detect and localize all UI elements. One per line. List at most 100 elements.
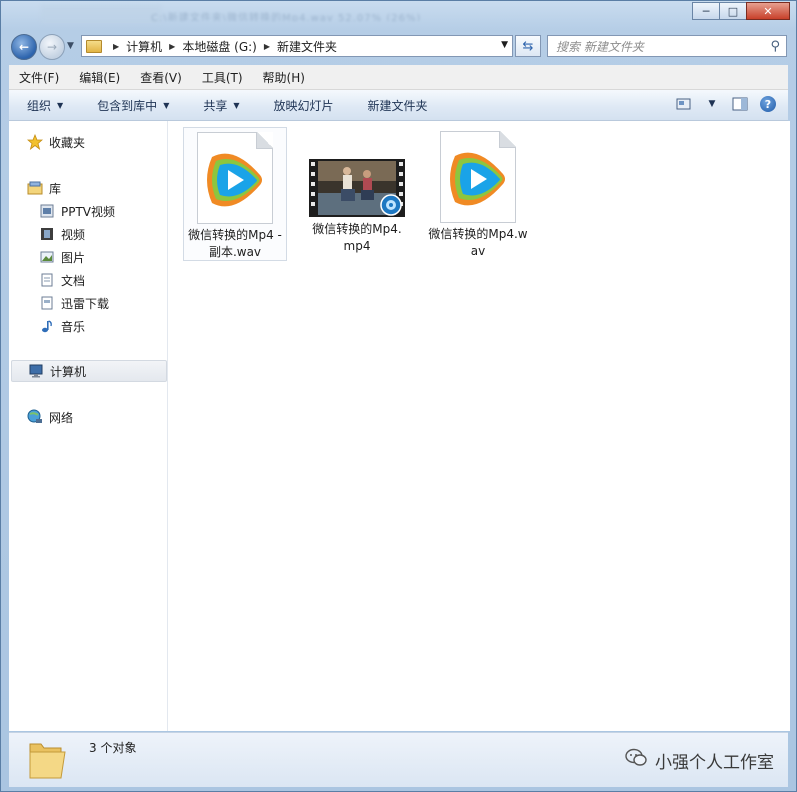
navigation-pane: 收藏夹 库 PPTV视频 视频 图片 文档 迅雷下载 音乐 计算机 网络	[9, 121, 168, 731]
nav-libraries[interactable]: 库	[27, 177, 183, 199]
preview-pane-icon	[732, 97, 748, 111]
chevron-down-icon: ▼	[163, 100, 170, 110]
file-item-wav[interactable]: 微信转换的Mp4.wav	[426, 127, 530, 261]
video-frame-thumbnail	[309, 159, 405, 217]
close-button[interactable]: ✕	[746, 2, 790, 20]
help-icon: ?	[760, 96, 776, 112]
chevron-down-icon: ▼	[708, 99, 716, 109]
menu-tools[interactable]: 工具(T)	[192, 69, 253, 86]
include-library-label: 包含到库中	[97, 98, 158, 113]
file-name: 微信转换的Mp4.mp4	[312, 222, 402, 253]
menu-bar: 文件(F) 编辑(E) 查看(V) 工具(T) 帮助(H)	[9, 65, 788, 90]
address-row: ← → ▼ ▶ 计算机 ▶ 本地磁盘 (G:) ▶ 新建文件夹 ▼ ⇆ 搜索 新建文件…	[1, 29, 796, 65]
tencent-video-icon	[450, 152, 505, 206]
nav-library-label: 音乐	[61, 319, 86, 334]
file-thumbnail	[197, 132, 273, 224]
nav-favorites[interactable]: 收藏夹	[27, 131, 183, 153]
menu-file[interactable]: 文件(F)	[9, 69, 69, 86]
title-bar[interactable]: C:\新建文件夹\微信转换的Mp4.wav 52.07% (26%) ─ □ ✕	[1, 1, 796, 29]
share-label: 共享	[203, 98, 228, 113]
chevron-right-icon[interactable]: ▶	[113, 42, 119, 51]
library-icon	[27, 180, 43, 196]
back-button[interactable]: ←	[11, 34, 37, 60]
nav-libraries-label: 库	[49, 181, 62, 196]
maximize-button[interactable]: □	[719, 2, 747, 20]
forward-button[interactable]: →	[39, 34, 65, 60]
breadcrumb-computer[interactable]: 计算机	[126, 38, 162, 55]
large-folder-icon	[29, 743, 66, 779]
nav-library-label: 图片	[61, 250, 86, 265]
share-button[interactable]: 共享 ▼	[185, 97, 255, 114]
star-icon	[27, 134, 43, 150]
file-name: 微信转换的Mp4 - 副本.wav	[188, 228, 282, 259]
arrow-left-icon: ←	[18, 40, 30, 54]
window-controls: ─ □ ✕	[692, 2, 790, 20]
chevron-down-icon: ▼	[57, 100, 64, 110]
slideshow-button[interactable]: 放映幻灯片	[256, 97, 350, 114]
organize-button[interactable]: 组织 ▼	[9, 97, 79, 114]
help-button[interactable]: ?	[758, 95, 778, 113]
arrow-right-icon: →	[46, 40, 58, 54]
search-placeholder: 搜索 新建文件夹	[556, 39, 644, 54]
nav-favorites-label: 收藏夹	[49, 135, 86, 150]
file-item-wav-copy[interactable]: 微信转换的Mp4 - 副本.wav	[183, 127, 287, 261]
change-view-button[interactable]	[674, 95, 694, 113]
address-dropdown-icon[interactable]: ▼	[501, 40, 508, 50]
refresh-button[interactable]: ⇆	[515, 35, 541, 57]
nav-network-label: 网络	[49, 410, 74, 425]
nav-library-label: PPTV视频	[61, 204, 116, 219]
nav-library-label: 文档	[61, 273, 86, 288]
video-thumbnail	[309, 159, 405, 217]
file-thumbnail	[440, 131, 516, 223]
nav-computer[interactable]: 计算机	[11, 360, 167, 382]
minimize-button[interactable]: ─	[692, 2, 720, 20]
new-folder-button[interactable]: 新建文件夹	[350, 97, 444, 114]
new-folder-label: 新建文件夹	[367, 98, 428, 113]
video-library-icon	[39, 203, 55, 219]
command-bar: 组织 ▼ 包含到库中 ▼ 共享 ▼ 放映幻灯片 新建文件夹 ▼ ?	[9, 90, 788, 121]
chevron-right-icon[interactable]: ▶	[264, 42, 270, 51]
watermark-text: 小强个人工作室	[655, 753, 774, 773]
preview-pane-button[interactable]	[730, 95, 750, 113]
nav-network[interactable]: 网络	[27, 406, 183, 428]
slideshow-label: 放映幻灯片	[273, 98, 334, 113]
organize-label: 组织	[27, 98, 52, 113]
chevron-down-icon: ▼	[233, 100, 240, 110]
film-icon	[39, 226, 55, 242]
wechat-icon	[625, 748, 647, 773]
download-library-icon	[39, 295, 55, 311]
view-options-dropdown[interactable]: ▼	[702, 95, 722, 113]
menu-help[interactable]: 帮助(H)	[253, 69, 315, 86]
recent-pages-dropdown[interactable]: ▼	[67, 41, 74, 51]
file-item-mp4[interactable]: 微信转换的Mp4.mp4	[305, 127, 409, 261]
network-globe-icon	[27, 409, 43, 425]
title-bar-glare	[41, 5, 161, 23]
menu-view[interactable]: 查看(V)	[130, 69, 192, 86]
document-icon	[39, 272, 55, 288]
file-list: 微信转换的Mp4 - 副本.wav 微信转换的Mp4.mp4 微信转换的Mp4.…	[168, 121, 790, 731]
view-icon	[676, 98, 691, 110]
folder-icon	[86, 39, 102, 53]
details-pane: 3 个对象 小强个人工作室	[9, 732, 788, 787]
chevron-right-icon[interactable]: ▶	[169, 42, 175, 51]
item-count: 3 个对象	[89, 741, 137, 755]
nav-library-label: 视频	[61, 227, 86, 242]
search-icon[interactable]: ⚲	[770, 39, 780, 54]
breadcrumb-drive[interactable]: 本地磁盘 (G:)	[182, 38, 257, 55]
window-title: C:\新建文件夹\微信转换的Mp4.wav 52.07% (26%)	[151, 13, 422, 21]
nav-library-label: 迅雷下载	[61, 296, 110, 311]
picture-icon	[39, 249, 55, 265]
tencent-video-icon	[207, 153, 262, 207]
address-bar[interactable]: ▶ 计算机 ▶ 本地磁盘 (G:) ▶ 新建文件夹 ▼	[81, 35, 513, 57]
include-in-library-button[interactable]: 包含到库中 ▼	[79, 97, 185, 114]
menu-edit[interactable]: 编辑(E)	[69, 69, 130, 86]
nav-computer-label: 计算机	[50, 364, 87, 379]
music-note-icon	[39, 318, 55, 334]
explorer-window: C:\新建文件夹\微信转换的Mp4.wav 52.07% (26%) ─ □ ✕…	[0, 0, 797, 792]
refresh-icon: ⇆	[522, 38, 534, 54]
search-input[interactable]: 搜索 新建文件夹 ⚲	[547, 35, 787, 57]
computer-icon	[28, 363, 44, 379]
watermark: 小强个人工作室	[625, 748, 774, 773]
breadcrumb-folder[interactable]: 新建文件夹	[277, 38, 337, 55]
file-name: 微信转换的Mp4.wav	[428, 227, 528, 258]
